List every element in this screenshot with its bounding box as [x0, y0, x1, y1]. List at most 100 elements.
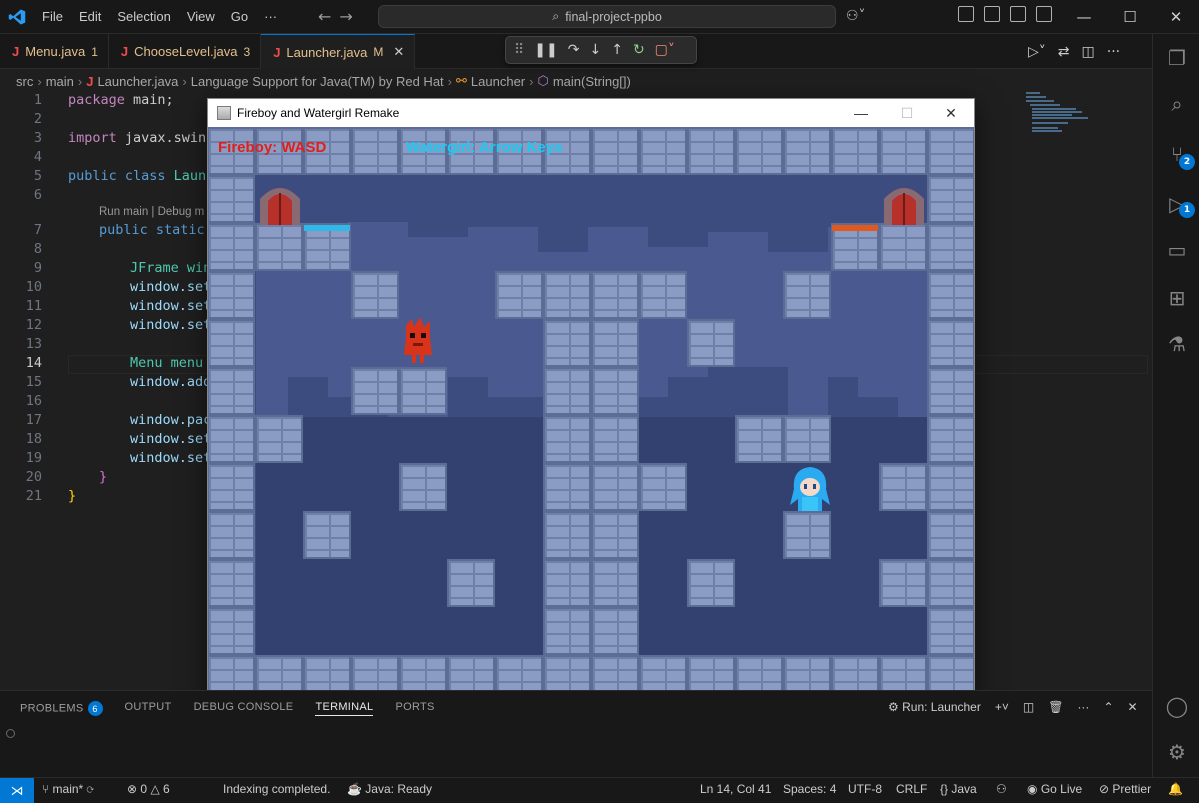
tab-debug-console[interactable]: DEBUG CONSOLE: [194, 701, 294, 716]
language-status[interactable]: {} Java: [940, 782, 977, 796]
minimize-icon[interactable]: —: [1061, 0, 1107, 34]
search-icon[interactable]: ⌕: [1165, 92, 1189, 116]
line-number: 7: [33, 222, 42, 238]
game-maximize-icon[interactable]: ☐: [884, 99, 930, 127]
accounts-icon[interactable]: ◯: [1165, 694, 1189, 718]
nav-arrows: ← →: [318, 7, 353, 26]
toggle-panel-icon[interactable]: [1010, 6, 1026, 22]
maximize-icon[interactable]: ☐: [1107, 0, 1153, 34]
pause-icon[interactable]: ❚❚: [534, 42, 557, 58]
step-into-icon[interactable]: ↓: [589, 42, 601, 58]
run-launcher-terminal[interactable]: ⚙ Run: Launcher: [888, 700, 981, 714]
branch-status[interactable]: ⑂ main* ⟳: [42, 782, 94, 796]
brick-tile: [687, 127, 735, 175]
more-actions-icon[interactable]: ···: [1107, 44, 1120, 60]
minimap[interactable]: [1020, 92, 1120, 152]
step-over-icon[interactable]: ↷: [568, 42, 580, 58]
stop-icon[interactable]: ▢˅: [655, 42, 675, 58]
game-window[interactable]: Fireboy and Watergirl Remake — ☐ ✕ Fireb…: [207, 98, 975, 704]
remote-indicator-icon[interactable]: ⋊: [0, 778, 34, 803]
brick-tile: [591, 415, 639, 463]
breadcrumb-method[interactable]: main(String[]): [553, 74, 631, 89]
brick-tile: [927, 223, 974, 271]
brick-tile: [495, 271, 543, 319]
brick-tile: [543, 415, 591, 463]
run-icon[interactable]: ▷˅: [1028, 44, 1046, 60]
remote-explorer-icon[interactable]: ▭: [1165, 238, 1189, 262]
search-text: final-project-ppbo: [565, 9, 662, 24]
menu-view[interactable]: View: [179, 9, 223, 24]
drag-handle-icon[interactable]: ⠿: [514, 42, 524, 58]
split-editor-icon[interactable]: ◫: [1082, 44, 1095, 60]
breadcrumb-main[interactable]: main: [46, 74, 74, 89]
brick-tile: [639, 271, 687, 319]
indentation-status[interactable]: Spaces: 4: [783, 782, 836, 796]
tab-terminal[interactable]: TERMINAL: [315, 701, 374, 716]
codelens-run-debug[interactable]: Run main | Debug m: [99, 206, 204, 218]
eol-status[interactable]: CRLF: [896, 782, 927, 796]
back-arrow-icon[interactable]: ←: [318, 7, 331, 26]
menu-selection[interactable]: Selection: [109, 9, 178, 24]
compare-icon[interactable]: ⇄: [1058, 44, 1070, 60]
tab-problems[interactable]: PROBLEMS 6: [20, 701, 103, 716]
toggle-secondary-sidebar-icon[interactable]: [1036, 6, 1052, 22]
method-icon: ⬡: [537, 73, 549, 88]
split-terminal-icon[interactable]: ◫: [1023, 700, 1034, 714]
close-panel-icon[interactable]: ✕: [1128, 700, 1138, 714]
brick-tile: [879, 559, 927, 607]
trash-icon[interactable]: 🗑: [1048, 700, 1063, 714]
cursor-position[interactable]: Ln 14, Col 41: [700, 782, 771, 796]
new-terminal-icon[interactable]: +˅: [995, 700, 1009, 714]
restart-icon[interactable]: ↻: [633, 42, 645, 58]
brick-tile: [447, 559, 495, 607]
menu-go[interactable]: Go: [223, 9, 256, 24]
breadcrumb-class[interactable]: Launcher: [471, 74, 525, 89]
step-out-icon[interactable]: ↑: [611, 42, 623, 58]
more-icon[interactable]: ···: [1077, 700, 1089, 714]
testing-icon[interactable]: ⚗: [1165, 332, 1189, 356]
explorer-icon[interactable]: ❐: [1165, 46, 1189, 70]
lava-pool: [832, 225, 878, 231]
breadcrumb: src › main › J Launcher.java › Language Sup…: [16, 73, 631, 89]
game-close-icon[interactable]: ✕: [928, 99, 974, 127]
breadcrumb-language-support[interactable]: Language Support for Java(TM) by Red Hat: [191, 74, 444, 89]
game-canvas[interactable]: Fireboy: WASD Watergirl: Arrow Keys: [208, 127, 974, 703]
menu-file[interactable]: File: [34, 9, 71, 24]
breadcrumb-src[interactable]: src: [16, 74, 33, 89]
brick-tile: [639, 127, 687, 175]
brick-tile: [591, 559, 639, 607]
game-minimize-icon[interactable]: —: [838, 99, 884, 127]
tab-menu-java[interactable]: J Menu.java 1: [0, 34, 109, 69]
close-icon[interactable]: ✕: [1153, 0, 1199, 34]
java-status[interactable]: ☕ Java: Ready: [347, 782, 432, 796]
code-line-9: JFrame win: [130, 260, 212, 276]
prettier-status[interactable]: ⊘ Prettier: [1099, 782, 1151, 796]
close-tab-icon[interactable]: ✕: [393, 44, 404, 60]
copilot-status-icon[interactable]: ⚇: [996, 782, 1007, 796]
customize-layout-icon[interactable]: [958, 6, 974, 22]
breadcrumb-file[interactable]: Launcher.java: [97, 74, 178, 89]
layout-controls: [958, 6, 1052, 22]
tab-output[interactable]: OUTPUT: [125, 701, 172, 716]
brick-tile: [879, 223, 927, 271]
brick-tile: [927, 175, 974, 223]
settings-gear-icon[interactable]: ⚙: [1165, 740, 1189, 764]
game-window-titlebar[interactable]: Fireboy and Watergirl Remake — ☐ ✕: [208, 99, 974, 127]
toggle-sidebar-icon[interactable]: [984, 6, 1000, 22]
forward-arrow-icon[interactable]: →: [339, 7, 352, 26]
maximize-panel-icon[interactable]: ⌃: [1103, 700, 1113, 714]
menu-more[interactable]: ···: [256, 9, 285, 24]
brick-tile: [208, 559, 255, 607]
notifications-bell-icon[interactable]: 🔔: [1168, 782, 1183, 796]
encoding-status[interactable]: UTF-8: [848, 782, 882, 796]
code-line-3: import javax.swing: [68, 130, 215, 146]
command-center-search[interactable]: ⌕ final-project-ppbo: [378, 5, 836, 28]
extensions-icon[interactable]: ⊞: [1165, 286, 1189, 310]
go-live-status[interactable]: ◉ Go Live: [1027, 782, 1082, 796]
tab-chooselevel-java[interactable]: J ChooseLevel.java 3: [109, 34, 262, 69]
problems-status[interactable]: ⊗ 0 △ 6: [127, 782, 170, 796]
copilot-icon[interactable]: ⚇˅: [846, 8, 866, 24]
tab-launcher-java[interactable]: J Launcher.java M ✕: [261, 34, 416, 69]
menu-edit[interactable]: Edit: [71, 9, 109, 24]
tab-ports[interactable]: PORTS: [395, 701, 434, 716]
